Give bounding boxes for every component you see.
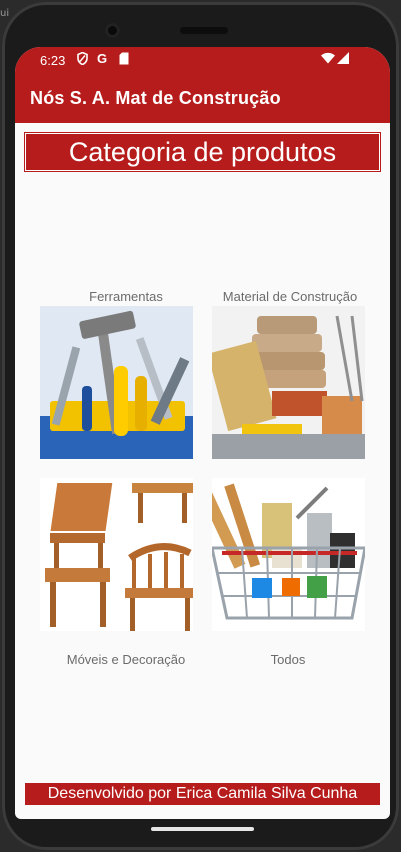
app-bar: Nós S. A. Mat de Construção bbox=[15, 73, 390, 123]
home-gesture-handle[interactable] bbox=[151, 827, 254, 831]
tools-image[interactable] bbox=[40, 306, 193, 459]
sd-card-icon bbox=[119, 52, 129, 68]
signal-icon bbox=[337, 52, 349, 67]
status-time: 6:23 bbox=[40, 53, 66, 68]
developer-credit: Desenvolvido por Erica Camila Silva Cunh… bbox=[25, 783, 380, 805]
shopping-basket-image[interactable] bbox=[212, 478, 365, 631]
category-label-tools: Ferramentas bbox=[89, 289, 163, 304]
category-header: Categoria de produtos bbox=[25, 133, 380, 171]
furniture-image[interactable] bbox=[40, 478, 193, 631]
window-corner-text: ui bbox=[0, 8, 10, 19]
status-bar: 6:23 G bbox=[15, 47, 390, 73]
app-title: Nós S. A. Mat de Construção bbox=[30, 88, 281, 108]
app-screen: 6:23 G Nós S. A. Mat de Construção Categ… bbox=[15, 47, 390, 819]
phone-frame: 6:23 G Nós S. A. Mat de Construção Categ… bbox=[2, 2, 399, 850]
category-label-construction: Material de Construção bbox=[222, 289, 358, 304]
gesture-nav-bar bbox=[2, 819, 401, 852]
google-g-icon: G bbox=[97, 51, 108, 66]
category-label-furniture: Móveis e Decoração bbox=[66, 652, 186, 667]
shield-icon bbox=[77, 51, 88, 68]
wifi-icon bbox=[321, 52, 335, 67]
earpiece-speaker bbox=[180, 27, 228, 34]
category-label-all: Todos bbox=[270, 652, 306, 667]
front-camera bbox=[105, 23, 120, 38]
construction-material-image[interactable] bbox=[212, 306, 365, 459]
